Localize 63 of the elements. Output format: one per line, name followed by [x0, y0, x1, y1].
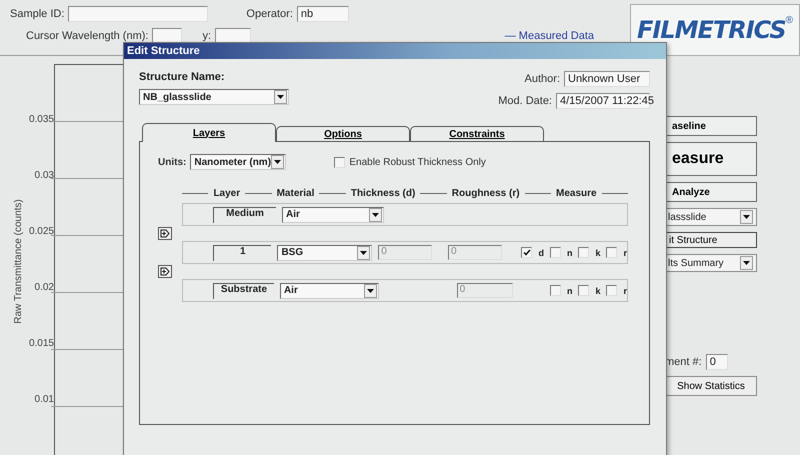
axis-tick-label: 0.02	[34, 282, 54, 293]
layer-name: 1	[213, 244, 272, 260]
material-select[interactable]: BSG	[277, 244, 372, 260]
tab[interactable]: Options	[276, 126, 410, 142]
measure-button[interactable]: easure	[665, 142, 757, 176]
action-button[interactable]: Analyze	[665, 182, 757, 202]
column-header: Thickness (d)	[350, 188, 416, 199]
column-header: Roughness (r)	[450, 188, 521, 199]
field-label: Operator:	[246, 8, 293, 20]
checkbox[interactable]	[606, 285, 618, 296]
checkbox-label: r	[623, 286, 627, 296]
checkbox[interactable]	[578, 247, 590, 258]
checkbox[interactable]	[550, 247, 561, 258]
structure-select[interactable]: lassslide	[665, 208, 757, 226]
field-label: Author:	[524, 73, 560, 85]
units-select[interactable]: Nanometer (nm)	[190, 154, 286, 170]
material-select[interactable]: Air	[280, 282, 379, 298]
field-label: Mod. Date:	[498, 95, 552, 107]
sample-id-field[interactable]	[68, 6, 208, 22]
structure-name-select[interactable]: NB_glassslide	[139, 89, 289, 105]
measurement-field[interactable]: 0	[706, 354, 728, 370]
column-header: Layer	[212, 188, 242, 199]
action-button[interactable]: aseline	[665, 116, 757, 136]
edit-structure-button[interactable]: it Structure	[665, 232, 757, 248]
insert-layer-button[interactable]	[158, 227, 172, 240]
field-label: Sample ID:	[10, 8, 64, 20]
axis-tick-label: 0.01	[34, 394, 54, 405]
field-label: Structure Name:	[139, 71, 226, 83]
checkbox[interactable]	[334, 156, 346, 168]
operator-field[interactable]: nb	[296, 6, 349, 22]
column-header: Material	[276, 188, 316, 199]
checkbox[interactable]	[550, 285, 561, 296]
axis-label: Raw Transmittance (counts)	[12, 199, 24, 324]
axis-tick-label: 0.03	[34, 170, 54, 181]
tab[interactable]: Constraints	[410, 126, 544, 142]
checkbox-label: n	[566, 248, 572, 258]
logo: FILMETRICS®	[630, 4, 800, 56]
axis-tick-label: 0.035	[28, 114, 54, 125]
checkbox[interactable]	[578, 285, 590, 296]
checkbox[interactable]	[606, 247, 618, 258]
axis-tick-label: 0.025	[28, 226, 54, 237]
checkbox-label: d	[538, 248, 544, 258]
results-select[interactable]: lts Summary	[665, 254, 757, 272]
layer-name: Medium	[213, 206, 276, 222]
show-statistics-button[interactable]: Show Statistics	[665, 376, 757, 396]
field-label: y:	[202, 30, 212, 42]
field-label: Cursor Wavelength (nm):	[26, 30, 148, 42]
dialog-title: Edit Structure	[127, 45, 200, 57]
checkbox-label: k	[595, 286, 600, 296]
chart-legend: — Measured Data	[504, 30, 594, 42]
checkbox-label: k	[595, 248, 600, 258]
axis-tick-label: 0.015	[28, 338, 54, 349]
checkbox[interactable]	[521, 247, 532, 258]
checkbox-label: n	[566, 286, 572, 296]
layer-name: Substrate	[213, 282, 274, 298]
material-select[interactable]: Air	[282, 206, 384, 222]
checkbox-label: r	[623, 248, 627, 258]
author-field: Unknown User	[564, 71, 650, 87]
tab[interactable]: Layers	[142, 123, 276, 142]
checkbox-label: Enable Robust Thickness Only	[349, 156, 486, 168]
field-label: Units:	[158, 156, 186, 168]
column-header: Measure	[555, 188, 598, 199]
insert-layer-button[interactable]	[158, 265, 172, 278]
